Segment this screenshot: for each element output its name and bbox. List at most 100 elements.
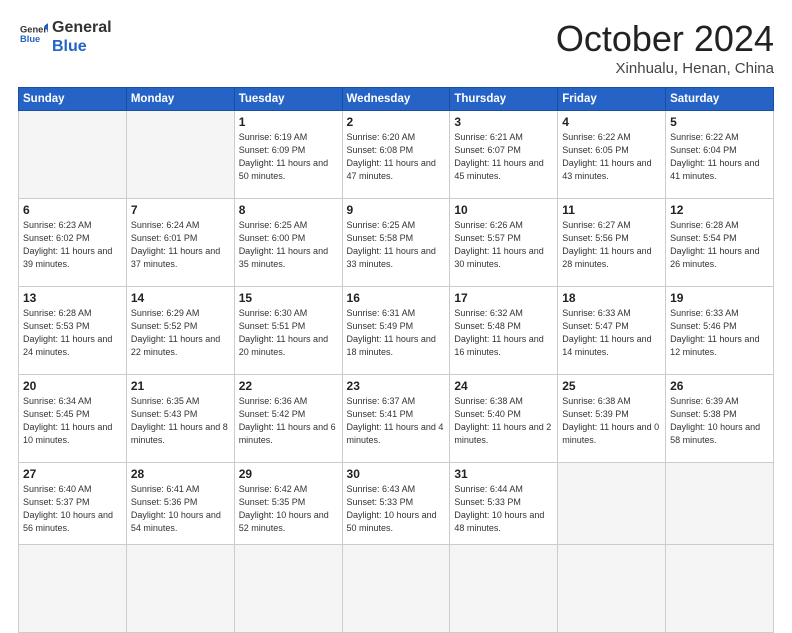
day-number: 26	[670, 379, 769, 393]
day-info: Sunrise: 6:30 AM Sunset: 5:51 PM Dayligh…	[239, 307, 338, 359]
day-info: Sunrise: 6:22 AM Sunset: 6:05 PM Dayligh…	[562, 131, 661, 183]
logo-general: General	[52, 18, 112, 37]
calendar-cell: 30Sunrise: 6:43 AM Sunset: 5:33 PM Dayli…	[342, 463, 450, 545]
day-number: 9	[347, 203, 446, 217]
calendar-cell: 1 Sunrise: 6:19 AM Sunset: 6:09 PM Daylig…	[234, 111, 342, 199]
calendar-cell: 24 Sunrise: 6:38 AM Sunset: 5:40 PM Dayli…	[450, 375, 558, 463]
weekday-header-wednesday: Wednesday	[342, 88, 450, 111]
calendar-cell: 27Sunrise: 6:40 AM Sunset: 5:37 PM Dayli…	[19, 463, 127, 545]
calendar-cell: 22Sunrise: 6:36 AM Sunset: 5:42 PM Dayli…	[234, 375, 342, 463]
day-info: Sunrise: 6:28 AM Sunset: 5:54 PM Dayligh…	[670, 219, 769, 271]
calendar-cell	[558, 463, 666, 545]
location-subtitle: Xinhualu, Henan, China	[556, 60, 774, 77]
weekday-header-thursday: Thursday	[450, 88, 558, 111]
day-info: Sunrise: 6:25 AM Sunset: 6:00 PM Dayligh…	[239, 219, 338, 271]
header: General Blue General Blue October 2024 X…	[18, 18, 774, 77]
day-number: 25	[562, 379, 661, 393]
calendar-cell: 15 Sunrise: 6:30 AM Sunset: 5:51 PM Dayli…	[234, 287, 342, 375]
calendar-cell: 11 Sunrise: 6:27 AM Sunset: 5:56 PM Dayli…	[558, 199, 666, 287]
day-info: Sunrise: 6:42 AM Sunset: 5:35 PM Dayligh…	[239, 483, 338, 535]
weekday-header-sunday: Sunday	[19, 88, 127, 111]
calendar-cell: 20 Sunrise: 6:34 AM Sunset: 5:45 PM Dayli…	[19, 375, 127, 463]
day-number: 24	[454, 379, 553, 393]
day-info: Sunrise: 6:27 AM Sunset: 5:56 PM Dayligh…	[562, 219, 661, 271]
calendar-cell: 13Sunrise: 6:28 AM Sunset: 5:53 PM Dayli…	[19, 287, 127, 375]
logo-text: General Blue General Blue	[18, 18, 112, 56]
logo: General Blue General Blue	[18, 18, 112, 56]
calendar-cell: 12 Sunrise: 6:28 AM Sunset: 5:54 PM Dayli…	[666, 199, 774, 287]
calendar-cell	[19, 111, 127, 199]
day-info: Sunrise: 6:34 AM Sunset: 5:45 PM Dayligh…	[23, 395, 122, 447]
calendar-cell: 17Sunrise: 6:32 AM Sunset: 5:48 PM Dayli…	[450, 287, 558, 375]
day-number: 5	[670, 115, 769, 129]
svg-text:General: General	[20, 25, 48, 35]
calendar-cell: 16 Sunrise: 6:31 AM Sunset: 5:49 PM Dayli…	[342, 287, 450, 375]
calendar-cell: 29 Sunrise: 6:42 AM Sunset: 5:35 PM Dayli…	[234, 463, 342, 545]
day-info: Sunrise: 6:35 AM Sunset: 5:43 PM Dayligh…	[131, 395, 230, 447]
calendar-cell	[19, 545, 127, 633]
page: General Blue General Blue October 2024 X…	[0, 0, 792, 612]
calendar-cell: 8Sunrise: 6:25 AM Sunset: 6:00 PM Daylig…	[234, 199, 342, 287]
day-info: Sunrise: 6:28 AM Sunset: 5:53 PM Dayligh…	[23, 307, 122, 359]
day-info: Sunrise: 6:26 AM Sunset: 5:57 PM Dayligh…	[454, 219, 553, 271]
day-info: Sunrise: 6:20 AM Sunset: 6:08 PM Dayligh…	[347, 131, 446, 183]
day-number: 23	[347, 379, 446, 393]
calendar-cell: 5 Sunrise: 6:22 AM Sunset: 6:04 PM Daylig…	[666, 111, 774, 199]
calendar-cell: 4 Sunrise: 6:22 AM Sunset: 6:05 PM Daylig…	[558, 111, 666, 199]
day-info: Sunrise: 6:38 AM Sunset: 5:40 PM Dayligh…	[454, 395, 553, 447]
day-info: Sunrise: 6:31 AM Sunset: 5:49 PM Dayligh…	[347, 307, 446, 359]
calendar-cell: 10 Sunrise: 6:26 AM Sunset: 5:57 PM Dayli…	[450, 199, 558, 287]
day-number: 29	[239, 467, 338, 481]
month-title: October 2024	[556, 18, 774, 60]
day-number: 27	[23, 467, 122, 481]
svg-text:Blue: Blue	[20, 34, 40, 44]
weekday-header-row: SundayMondayTuesdayWednesdayThursdayFrid…	[19, 88, 774, 111]
calendar-table: SundayMondayTuesdayWednesdayThursdayFrid…	[18, 87, 774, 633]
day-info: Sunrise: 6:24 AM Sunset: 6:01 PM Dayligh…	[131, 219, 230, 271]
day-number: 22	[239, 379, 338, 393]
day-number: 12	[670, 203, 769, 217]
day-number: 20	[23, 379, 122, 393]
day-info: Sunrise: 6:22 AM Sunset: 6:04 PM Dayligh…	[670, 131, 769, 183]
calendar-cell: 19Sunrise: 6:33 AM Sunset: 5:46 PM Dayli…	[666, 287, 774, 375]
day-number: 30	[347, 467, 446, 481]
day-number: 18	[562, 291, 661, 305]
day-info: Sunrise: 6:29 AM Sunset: 5:52 PM Dayligh…	[131, 307, 230, 359]
day-info: Sunrise: 6:41 AM Sunset: 5:36 PM Dayligh…	[131, 483, 230, 535]
day-number: 15	[239, 291, 338, 305]
day-info: Sunrise: 6:21 AM Sunset: 6:07 PM Dayligh…	[454, 131, 553, 183]
calendar-cell: 18 Sunrise: 6:33 AM Sunset: 5:47 PM Dayli…	[558, 287, 666, 375]
weekday-header-saturday: Saturday	[666, 88, 774, 111]
title-block: October 2024 Xinhualu, Henan, China	[556, 18, 774, 77]
calendar-cell	[666, 463, 774, 545]
calendar-cell: 9Sunrise: 6:25 AM Sunset: 5:58 PM Daylig…	[342, 199, 450, 287]
calendar-cell: 31 Sunrise: 6:44 AM Sunset: 5:33 PM Dayli…	[450, 463, 558, 545]
day-number: 11	[562, 203, 661, 217]
day-number: 16	[347, 291, 446, 305]
calendar-cell: 3 Sunrise: 6:21 AM Sunset: 6:07 PM Daylig…	[450, 111, 558, 199]
day-number: 7	[131, 203, 230, 217]
day-info: Sunrise: 6:23 AM Sunset: 6:02 PM Dayligh…	[23, 219, 122, 271]
calendar-cell	[126, 111, 234, 199]
day-number: 17	[454, 291, 553, 305]
calendar-cell-empty	[666, 545, 774, 633]
day-info: Sunrise: 6:44 AM Sunset: 5:33 PM Dayligh…	[454, 483, 553, 535]
day-number: 14	[131, 291, 230, 305]
day-number: 10	[454, 203, 553, 217]
day-info: Sunrise: 6:38 AM Sunset: 5:39 PM Dayligh…	[562, 395, 661, 447]
calendar-cell-empty	[126, 545, 234, 633]
weekday-header-friday: Friday	[558, 88, 666, 111]
day-number: 4	[562, 115, 661, 129]
day-info: Sunrise: 6:33 AM Sunset: 5:47 PM Dayligh…	[562, 307, 661, 359]
day-number: 31	[454, 467, 553, 481]
calendar-cell-empty	[558, 545, 666, 633]
calendar-cell-empty	[342, 545, 450, 633]
day-number: 28	[131, 467, 230, 481]
calendar-cell: 6Sunrise: 6:23 AM Sunset: 6:02 PM Daylig…	[19, 199, 127, 287]
day-number: 3	[454, 115, 553, 129]
calendar-cell-empty	[450, 545, 558, 633]
calendar-cell: 23Sunrise: 6:37 AM Sunset: 5:41 PM Dayli…	[342, 375, 450, 463]
day-info: Sunrise: 6:19 AM Sunset: 6:09 PM Dayligh…	[239, 131, 338, 183]
calendar-cell: 28 Sunrise: 6:41 AM Sunset: 5:36 PM Dayli…	[126, 463, 234, 545]
day-number: 1	[239, 115, 338, 129]
